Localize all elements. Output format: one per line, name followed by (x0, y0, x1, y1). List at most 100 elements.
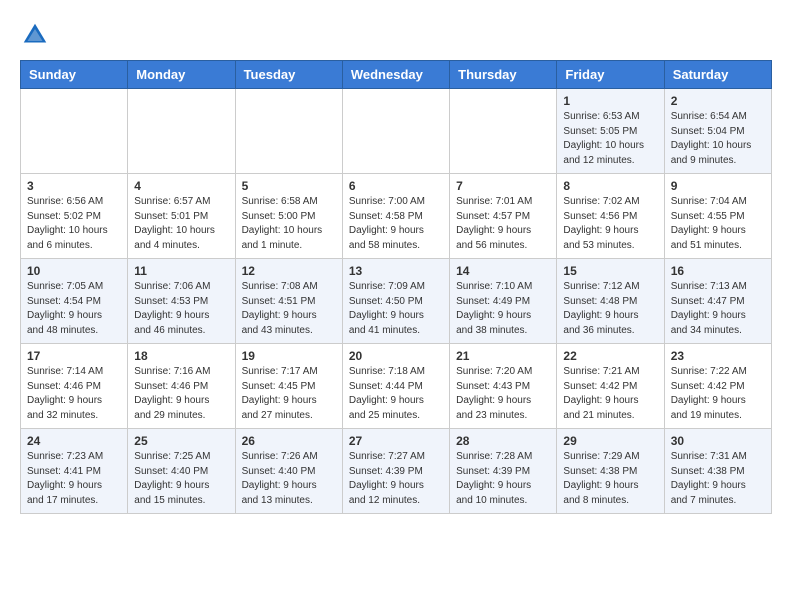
calendar-cell: 27 Sunrise: 7:27 AM Sunset: 4:39 PM Dayli… (342, 429, 449, 514)
weekday-header: Monday (128, 61, 235, 89)
calendar-cell: 12 Sunrise: 7:08 AM Sunset: 4:51 PM Dayli… (235, 259, 342, 344)
day-number: 3 (27, 179, 121, 193)
day-info: Sunrise: 7:08 AM Sunset: 4:51 PM Dayligh… (242, 280, 336, 338)
calendar-table: SundayMondayTuesdayWednesdayThursdayFrid… (20, 60, 772, 514)
day-info: Sunrise: 7:06 AM Sunset: 4:53 PM Dayligh… (134, 280, 228, 338)
day-number: 4 (134, 179, 228, 193)
calendar-cell: 8Sunrise: 7:02 AM Sunset: 4:56 PM Daylig… (557, 174, 664, 259)
calendar-cell: 14 Sunrise: 7:10 AM Sunset: 4:49 PM Dayli… (450, 259, 557, 344)
day-number: 2 (671, 94, 765, 108)
day-info: Sunrise: 7:10 AM Sunset: 4:49 PM Dayligh… (456, 280, 550, 338)
day-info: Sunrise: 7:25 AM Sunset: 4:40 PM Dayligh… (134, 450, 228, 508)
day-info: Sunrise: 7:23 AM Sunset: 4:41 PM Dayligh… (27, 450, 121, 508)
day-number: 15 (563, 264, 657, 278)
page-header (20, 20, 772, 50)
day-number: 16 (671, 264, 765, 278)
day-info: Sunrise: 7:04 AM Sunset: 4:55 PM Dayligh… (671, 195, 765, 253)
logo (20, 20, 54, 50)
calendar-cell: 26 Sunrise: 7:26 AM Sunset: 4:40 PM Dayli… (235, 429, 342, 514)
day-info: Sunrise: 7:29 AM Sunset: 4:38 PM Dayligh… (563, 450, 657, 508)
calendar-cell (342, 89, 449, 174)
day-info: Sunrise: 7:26 AM Sunset: 4:40 PM Dayligh… (242, 450, 336, 508)
day-number: 18 (134, 349, 228, 363)
day-info: Sunrise: 7:02 AM Sunset: 4:56 PM Dayligh… (563, 195, 657, 253)
logo-icon (20, 20, 50, 50)
day-number: 19 (242, 349, 336, 363)
day-info: Sunrise: 6:57 AM Sunset: 5:01 PM Dayligh… (134, 195, 228, 253)
weekday-header: Wednesday (342, 61, 449, 89)
day-number: 6 (349, 179, 443, 193)
day-number: 14 (456, 264, 550, 278)
calendar-cell: 4 Sunrise: 6:57 AM Sunset: 5:01 PM Daylig… (128, 174, 235, 259)
day-info: Sunrise: 6:53 AM Sunset: 5:05 PM Dayligh… (563, 110, 657, 168)
calendar-cell: 6 Sunrise: 7:00 AM Sunset: 4:58 PM Daylig… (342, 174, 449, 259)
calendar-cell: 13Sunrise: 7:09 AM Sunset: 4:50 PM Dayli… (342, 259, 449, 344)
day-number: 28 (456, 434, 550, 448)
calendar-cell (128, 89, 235, 174)
calendar-cell: 30 Sunrise: 7:31 AM Sunset: 4:38 PM Dayli… (664, 429, 771, 514)
day-info: Sunrise: 7:18 AM Sunset: 4:44 PM Dayligh… (349, 365, 443, 423)
calendar-cell (235, 89, 342, 174)
day-number: 24 (27, 434, 121, 448)
day-info: Sunrise: 6:56 AM Sunset: 5:02 PM Dayligh… (27, 195, 121, 253)
calendar-cell: 24 Sunrise: 7:23 AM Sunset: 4:41 PM Dayli… (21, 429, 128, 514)
day-info: Sunrise: 7:12 AM Sunset: 4:48 PM Dayligh… (563, 280, 657, 338)
weekday-header: Thursday (450, 61, 557, 89)
day-number: 23 (671, 349, 765, 363)
day-info: Sunrise: 7:00 AM Sunset: 4:58 PM Dayligh… (349, 195, 443, 253)
day-number: 17 (27, 349, 121, 363)
calendar-cell: 25 Sunrise: 7:25 AM Sunset: 4:40 PM Dayli… (128, 429, 235, 514)
day-info: Sunrise: 7:20 AM Sunset: 4:43 PM Dayligh… (456, 365, 550, 423)
day-info: Sunrise: 7:31 AM Sunset: 4:38 PM Dayligh… (671, 450, 765, 508)
weekday-header-row: SundayMondayTuesdayWednesdayThursdayFrid… (21, 61, 772, 89)
day-number: 25 (134, 434, 228, 448)
calendar-week-row: 1 Sunrise: 6:53 AM Sunset: 5:05 PM Daylig… (21, 89, 772, 174)
day-info: Sunrise: 7:13 AM Sunset: 4:47 PM Dayligh… (671, 280, 765, 338)
day-info: Sunrise: 6:58 AM Sunset: 5:00 PM Dayligh… (242, 195, 336, 253)
day-number: 5 (242, 179, 336, 193)
day-number: 20 (349, 349, 443, 363)
day-number: 10 (27, 264, 121, 278)
calendar-week-row: 3 Sunrise: 6:56 AM Sunset: 5:02 PM Daylig… (21, 174, 772, 259)
calendar-cell: 11Sunrise: 7:06 AM Sunset: 4:53 PM Dayli… (128, 259, 235, 344)
calendar-cell: 1 Sunrise: 6:53 AM Sunset: 5:05 PM Daylig… (557, 89, 664, 174)
calendar-cell: 2 Sunrise: 6:54 AM Sunset: 5:04 PM Daylig… (664, 89, 771, 174)
day-number: 30 (671, 434, 765, 448)
day-number: 26 (242, 434, 336, 448)
day-info: Sunrise: 7:21 AM Sunset: 4:42 PM Dayligh… (563, 365, 657, 423)
calendar-cell: 22 Sunrise: 7:21 AM Sunset: 4:42 PM Dayli… (557, 344, 664, 429)
calendar-week-row: 17 Sunrise: 7:14 AM Sunset: 4:46 PM Dayli… (21, 344, 772, 429)
calendar-cell: 16 Sunrise: 7:13 AM Sunset: 4:47 PM Dayli… (664, 259, 771, 344)
calendar-week-row: 10 Sunrise: 7:05 AM Sunset: 4:54 PM Dayli… (21, 259, 772, 344)
day-info: Sunrise: 6:54 AM Sunset: 5:04 PM Dayligh… (671, 110, 765, 168)
day-info: Sunrise: 7:17 AM Sunset: 4:45 PM Dayligh… (242, 365, 336, 423)
day-number: 12 (242, 264, 336, 278)
day-info: Sunrise: 7:14 AM Sunset: 4:46 PM Dayligh… (27, 365, 121, 423)
calendar-cell: 18 Sunrise: 7:16 AM Sunset: 4:46 PM Dayli… (128, 344, 235, 429)
day-info: Sunrise: 7:09 AM Sunset: 4:50 PM Dayligh… (349, 280, 443, 338)
weekday-header: Tuesday (235, 61, 342, 89)
calendar-cell: 29Sunrise: 7:29 AM Sunset: 4:38 PM Dayli… (557, 429, 664, 514)
calendar-cell: 20 Sunrise: 7:18 AM Sunset: 4:44 PM Dayli… (342, 344, 449, 429)
calendar-week-row: 24 Sunrise: 7:23 AM Sunset: 4:41 PM Dayli… (21, 429, 772, 514)
day-number: 21 (456, 349, 550, 363)
weekday-header: Friday (557, 61, 664, 89)
calendar-cell (21, 89, 128, 174)
calendar-cell: 10 Sunrise: 7:05 AM Sunset: 4:54 PM Dayli… (21, 259, 128, 344)
day-number: 7 (456, 179, 550, 193)
day-info: Sunrise: 7:05 AM Sunset: 4:54 PM Dayligh… (27, 280, 121, 338)
calendar-cell: 15 Sunrise: 7:12 AM Sunset: 4:48 PM Dayli… (557, 259, 664, 344)
day-number: 22 (563, 349, 657, 363)
calendar-cell: 23Sunrise: 7:22 AM Sunset: 4:42 PM Dayli… (664, 344, 771, 429)
weekday-header: Sunday (21, 61, 128, 89)
calendar-cell (450, 89, 557, 174)
day-number: 1 (563, 94, 657, 108)
calendar-cell: 28Sunrise: 7:28 AM Sunset: 4:39 PM Dayli… (450, 429, 557, 514)
day-info: Sunrise: 7:27 AM Sunset: 4:39 PM Dayligh… (349, 450, 443, 508)
day-info: Sunrise: 7:16 AM Sunset: 4:46 PM Dayligh… (134, 365, 228, 423)
calendar-cell: 19 Sunrise: 7:17 AM Sunset: 4:45 PM Dayli… (235, 344, 342, 429)
day-number: 27 (349, 434, 443, 448)
calendar-cell: 21 Sunrise: 7:20 AM Sunset: 4:43 PM Dayli… (450, 344, 557, 429)
calendar-cell: 9 Sunrise: 7:04 AM Sunset: 4:55 PM Daylig… (664, 174, 771, 259)
day-number: 9 (671, 179, 765, 193)
